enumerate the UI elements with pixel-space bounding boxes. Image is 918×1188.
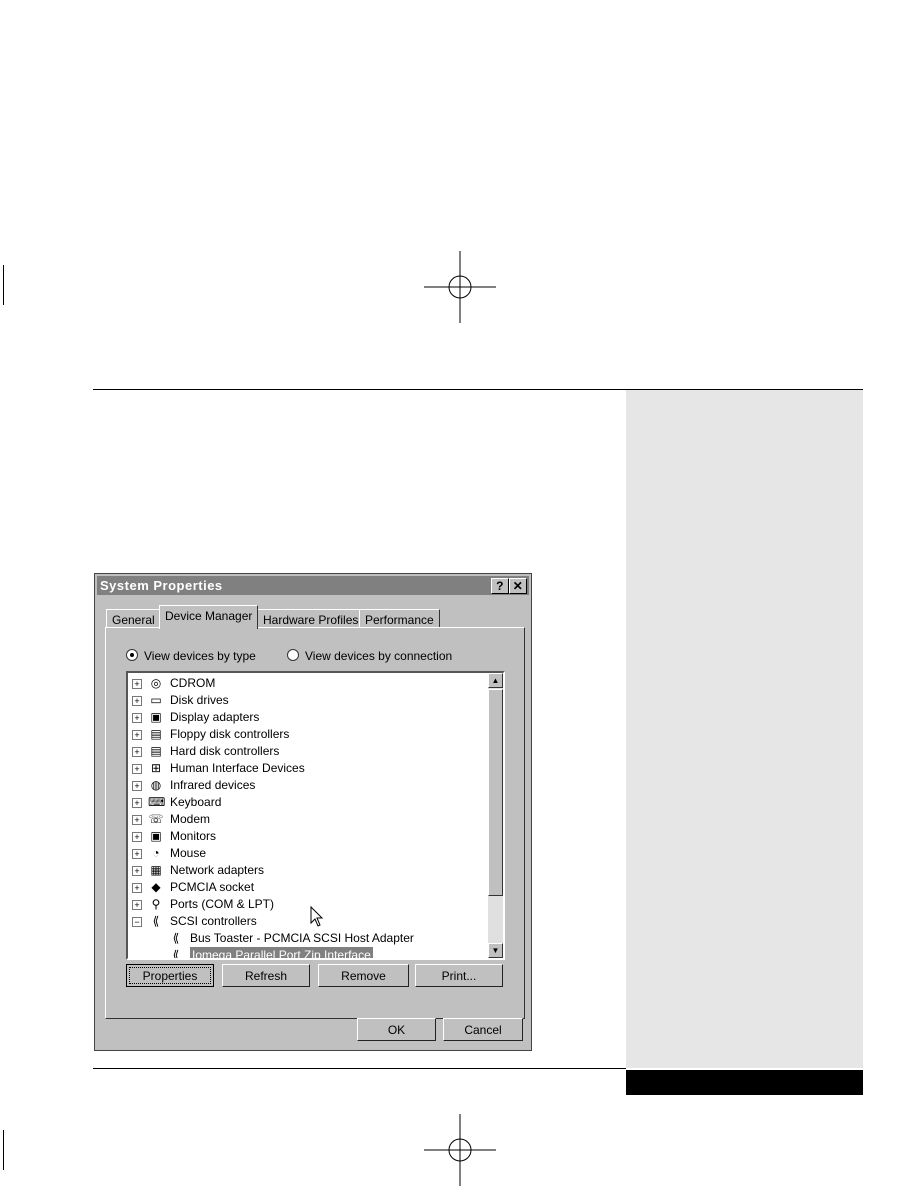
expand-toggle[interactable]: +: [132, 900, 142, 910]
device-category-label: Hard disk controllers: [170, 744, 280, 758]
mouse-icon: ◔: [152, 846, 160, 860]
pcmcia-icon: ◆: [151, 880, 161, 894]
tab-general[interactable]: General: [106, 609, 161, 628]
modem-icon: ☏: [148, 812, 164, 826]
registration-mark-top: [424, 251, 496, 323]
radio-selected-icon: [126, 649, 138, 661]
device-category-label: Keyboard: [170, 795, 222, 809]
radio-empty-icon: [287, 649, 299, 661]
title-bar: System Properties ? ✕: [97, 576, 529, 595]
infrared-icon: ◍: [150, 778, 162, 792]
tab-device-manager[interactable]: Device Manager: [159, 605, 259, 629]
device-label: Iomega Parallel Port Zip Interface: [190, 947, 373, 958]
expand-toggle[interactable]: +: [132, 883, 142, 893]
mouse-cursor-icon: [310, 906, 324, 927]
expand-toggle[interactable]: +: [132, 696, 142, 706]
device-manager-panel: View devices by type View devices by con…: [105, 627, 525, 1019]
port-icon: ⚲: [151, 897, 161, 911]
expand-toggle[interactable]: +: [132, 849, 142, 859]
device-category-label: Human Interface Devices: [170, 761, 305, 775]
properties-button[interactable]: Properties: [126, 964, 214, 987]
device-category-label: Infrared devices: [170, 778, 256, 792]
scsi-icon: ⟪: [152, 914, 160, 928]
network-adapter-icon: ▦: [150, 863, 162, 877]
dialog-title: System Properties: [100, 578, 223, 593]
view-by-connection-radio[interactable]: View devices by connection: [287, 649, 452, 663]
expand-toggle[interactable]: +: [132, 798, 142, 808]
device-category-label: Ports (COM & LPT): [170, 897, 275, 911]
remove-button[interactable]: Remove: [318, 964, 409, 987]
scroll-up-button[interactable]: ▲: [488, 673, 503, 688]
system-properties-dialog: System Properties ? ✕ General Device Man…: [94, 573, 532, 1051]
crop-mark-left-bottom: [3, 1130, 4, 1170]
print-button[interactable]: Print...: [415, 964, 503, 987]
expand-toggle[interactable]: +: [132, 679, 142, 689]
crop-mark-left-top: [3, 265, 4, 305]
device-category-label: Modem: [170, 812, 211, 826]
close-button[interactable]: ✕: [509, 578, 527, 594]
margin-sidebar: [626, 390, 863, 1068]
cancel-button[interactable]: Cancel: [443, 1018, 523, 1041]
keyboard-icon: ⌨: [148, 795, 166, 809]
expand-toggle[interactable]: +: [132, 730, 142, 740]
floppy-controller-icon: ▤: [150, 727, 162, 741]
expand-toggle[interactable]: +: [132, 781, 142, 791]
device-category-label: CDROM: [170, 676, 216, 690]
scroll-thumb[interactable]: [488, 689, 503, 896]
expand-toggle[interactable]: +: [132, 747, 142, 757]
expand-toggle[interactable]: +: [132, 764, 142, 774]
device-label: Bus Toaster - PCMCIA SCSI Host Adapter: [190, 931, 414, 945]
bottom-rule: [93, 1068, 626, 1069]
expand-toggle[interactable]: +: [132, 713, 142, 723]
cdrom-icon: ◎: [150, 676, 162, 690]
scsi-icon: ⟪: [172, 931, 180, 945]
device-category-label: Network adapters: [170, 863, 265, 877]
help-button[interactable]: ?: [491, 578, 509, 594]
device-category-label: SCSI controllers: [170, 914, 257, 928]
scsi-icon: ⟪: [172, 948, 180, 960]
refresh-button[interactable]: Refresh: [222, 964, 310, 987]
monitor-icon: ▣: [150, 829, 162, 843]
hard-disk-controller-icon: ▤: [150, 744, 162, 758]
device-category-label: Floppy disk controllers: [170, 727, 290, 741]
display-icon: ▣: [150, 710, 162, 724]
tab-hardware-profiles[interactable]: Hardware Profiles: [257, 609, 365, 628]
radio-label: View devices by connection: [305, 649, 453, 663]
device-category-label: Disk drives: [170, 693, 229, 707]
expand-toggle[interactable]: +: [132, 815, 142, 825]
expand-toggle[interactable]: +: [132, 866, 142, 876]
footer-bar: [626, 1070, 863, 1095]
expand-toggle[interactable]: +: [132, 832, 142, 842]
registration-mark-bottom: [424, 1114, 496, 1186]
ok-button[interactable]: OK: [357, 1018, 436, 1041]
view-by-type-radio[interactable]: View devices by type: [126, 649, 256, 663]
tab-performance[interactable]: Performance: [359, 609, 440, 628]
device-category-label: PCMCIA socket: [170, 880, 255, 894]
device-category-label: Display adapters: [170, 710, 260, 724]
radio-label: View devices by type: [144, 649, 256, 663]
scrollbar[interactable]: ▲ ▼: [488, 673, 503, 958]
disk-drive-icon: ▭: [150, 693, 162, 707]
scroll-down-button[interactable]: ▼: [488, 943, 503, 958]
expand-toggle[interactable]: −: [132, 917, 142, 927]
hid-icon: ⊞: [150, 761, 162, 775]
device-category-label: Monitors: [170, 829, 217, 843]
device-category-label: Mouse: [170, 846, 207, 860]
